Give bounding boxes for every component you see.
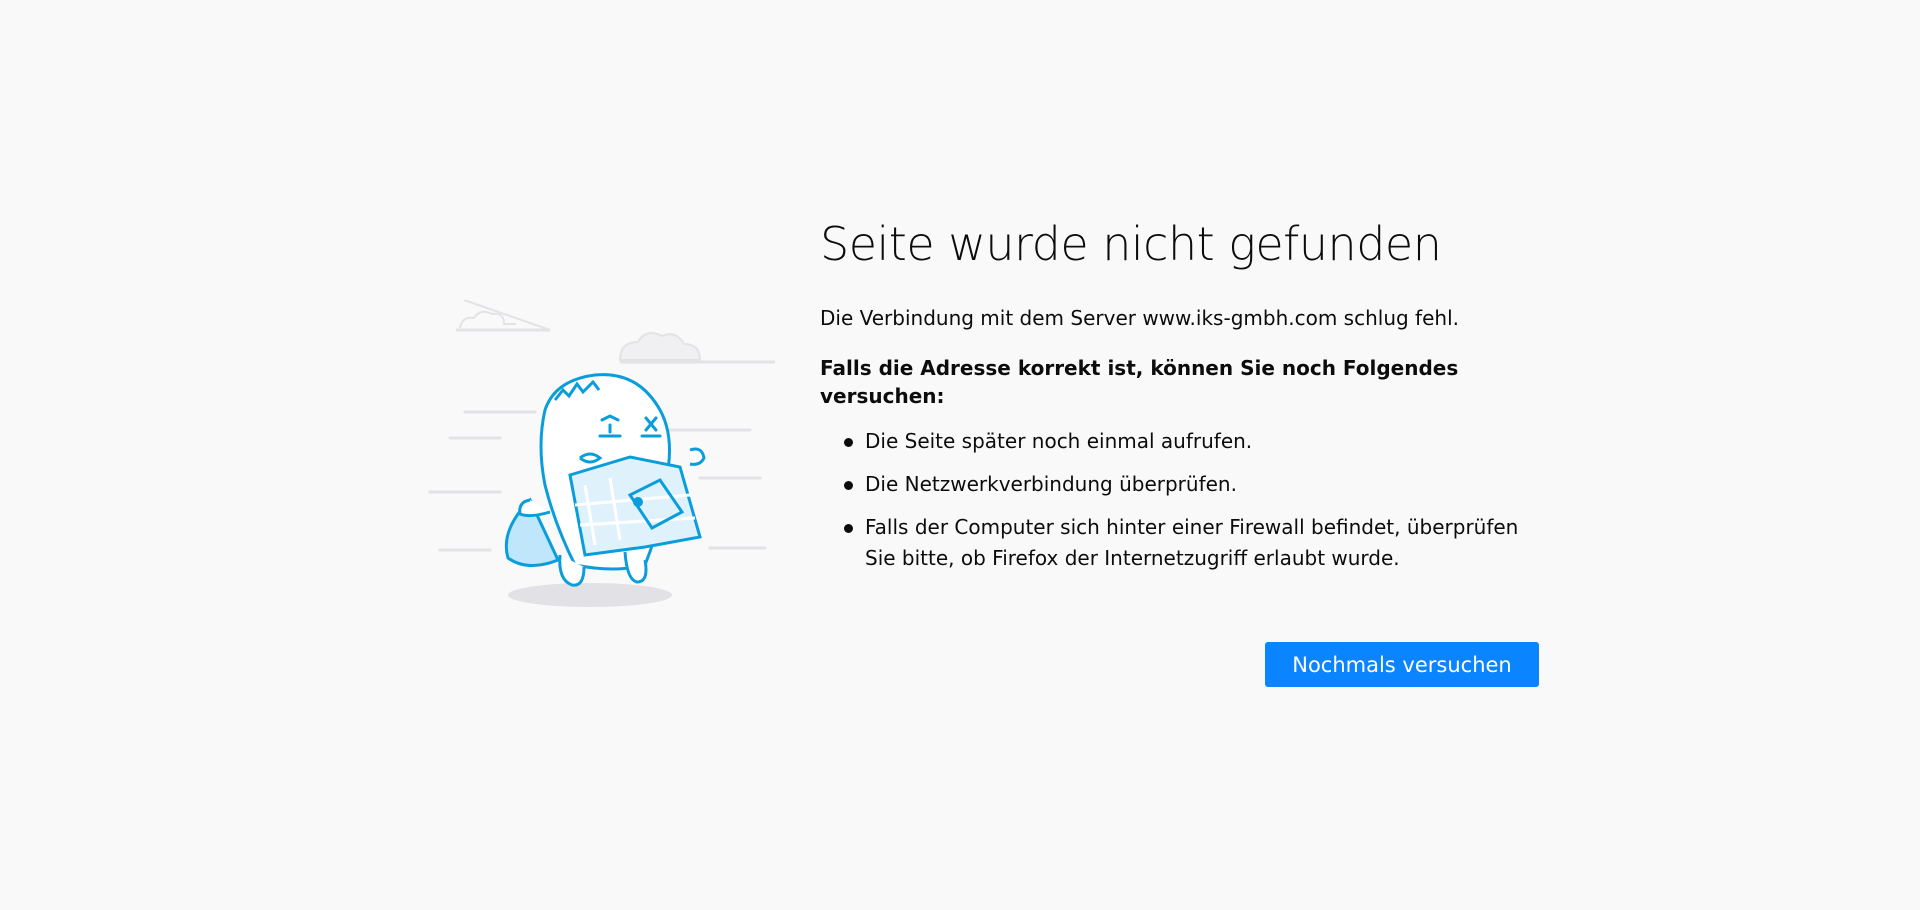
- suggestion-text: Falls der Computer sich hinter einer Fir…: [865, 515, 1519, 570]
- page-title: Seite wurde nicht gefunden: [820, 217, 1442, 271]
- error-description: Die Verbindung mit dem Server www.iks-gm…: [820, 306, 1459, 330]
- cloud-icon: [618, 332, 702, 361]
- bullet-icon: [844, 524, 853, 533]
- list-item: Falls der Computer sich hinter einer Fir…: [844, 512, 1550, 574]
- error-content: Seite wurde nicht gefunden Die Verbindun…: [820, 212, 1550, 702]
- list-item: Die Netzwerkverbindung überprüfen.: [844, 469, 1550, 500]
- suggestion-text: Die Seite später noch einmal aufrufen.: [865, 429, 1253, 453]
- bullet-icon: [844, 438, 853, 447]
- suggestions-heading: Falls die Adresse korrekt ist, können Si…: [820, 356, 1459, 408]
- suggestions-list: Die Seite später noch einmal aufrufen. D…: [820, 426, 1550, 574]
- map-icon: [568, 455, 702, 557]
- list-item: Die Seite später noch einmal aufrufen.: [844, 426, 1550, 457]
- retry-button[interactable]: Nochmals versuchen: [1265, 642, 1539, 687]
- suggestion-text: Die Netzwerkverbindung überprüfen.: [865, 472, 1237, 496]
- bullet-icon: [844, 481, 853, 490]
- lost-monster-with-map-illustration: [420, 299, 780, 620]
- cloud-icon: [459, 299, 551, 331]
- button-row: Nochmals versuchen: [820, 642, 1550, 702]
